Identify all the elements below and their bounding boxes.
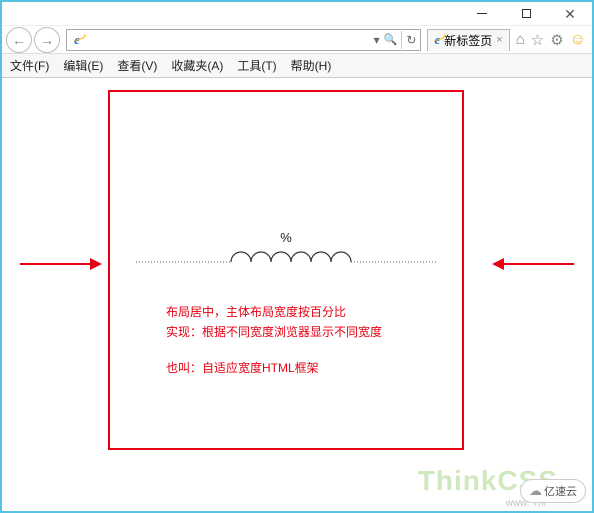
refresh-icon[interactable]: ↻	[406, 33, 416, 47]
search-icon[interactable]: 🔍	[384, 33, 398, 46]
ie-logo-icon: e	[67, 32, 87, 48]
menu-bar: 文件(F) 编辑(E) 查看(V) 收藏夹(A) 工具(T) 帮助(H)	[2, 54, 592, 78]
forward-button[interactable]: →	[34, 27, 60, 53]
arrow-line	[20, 263, 90, 265]
arrow-left	[20, 258, 102, 270]
address-bar[interactable]: e ▾ 🔍 ↻	[66, 29, 421, 51]
tab-new[interactable]: e 新标签页 ×	[427, 29, 509, 51]
layout-demo-box: % 布局居中，主体布局宽度按百分比 实现：根据不同宽度浏览器显示不同宽度 也叫：…	[108, 90, 464, 450]
watermark-yisu: ☁ 亿速云	[520, 479, 586, 503]
tab-title: 新标签页	[444, 32, 492, 49]
tab-close-icon[interactable]: ×	[496, 34, 502, 46]
gear-icon[interactable]: ⚙	[550, 31, 563, 49]
divider	[401, 31, 402, 49]
menu-favorites[interactable]: 收藏夹(A)	[171, 57, 223, 74]
percent-label: %	[280, 230, 292, 245]
maximize-icon	[522, 9, 531, 18]
dropdown-icon[interactable]: ▾	[374, 33, 380, 47]
favorites-icon[interactable]: ☆	[531, 31, 544, 49]
close-button[interactable]: ✕	[548, 2, 592, 26]
cloud-icon: ☁	[529, 483, 542, 499]
tab-strip: e 新标签页 ×	[427, 29, 509, 51]
home-icon[interactable]: ⌂	[516, 31, 525, 48]
desc-line-1: 布局居中，主体布局宽度按百分比	[166, 302, 406, 322]
watermark-yisu-text: 亿速云	[544, 483, 577, 499]
desc-line-3: 也叫：自适应宽度HTML框架	[166, 358, 406, 378]
back-icon: ←	[12, 32, 26, 48]
arrow-head-icon	[90, 258, 102, 270]
toolbar-right: ⌂ ☆ ⚙ ☺	[512, 31, 586, 49]
nav-toolbar: ← → e ▾ 🔍 ↻ e 新标签页 × ⌂ ☆ ⚙ ☺	[2, 26, 592, 54]
window-titlebar: ✕	[2, 2, 592, 26]
desc-line-2: 实现：根据不同宽度浏览器显示不同宽度	[166, 322, 406, 342]
address-input[interactable]	[87, 30, 370, 50]
back-button[interactable]: ←	[6, 27, 32, 53]
squiggle-decoration	[110, 250, 462, 274]
menu-tools[interactable]: 工具(T)	[237, 57, 276, 74]
menu-help[interactable]: 帮助(H)	[291, 57, 332, 74]
smiley-icon[interactable]: ☺	[570, 31, 586, 49]
maximize-button[interactable]	[504, 2, 548, 26]
arrow-right	[492, 258, 574, 270]
page-viewport: % 布局居中，主体布局宽度按百分比 实现：根据不同宽度浏览器显示不同宽度 也叫：…	[2, 78, 592, 511]
minimize-button[interactable]	[460, 2, 504, 26]
spring-icon	[136, 250, 436, 274]
address-right-controls: ▾ 🔍 ↻	[370, 31, 421, 49]
minimize-icon	[477, 13, 487, 14]
close-icon: ✕	[564, 7, 576, 21]
forward-icon: →	[40, 32, 54, 48]
menu-file[interactable]: 文件(F)	[10, 57, 49, 74]
menu-edit[interactable]: 编辑(E)	[63, 57, 103, 74]
arrow-head-icon	[492, 258, 504, 270]
menu-view[interactable]: 查看(V)	[117, 57, 157, 74]
browser-window: ✕ ← → e ▾ 🔍 ↻ e 新标签页 × ⌂ ☆ ⚙ ☺	[0, 0, 594, 513]
ie-logo-icon: e	[434, 32, 440, 48]
arrow-line	[504, 263, 574, 265]
